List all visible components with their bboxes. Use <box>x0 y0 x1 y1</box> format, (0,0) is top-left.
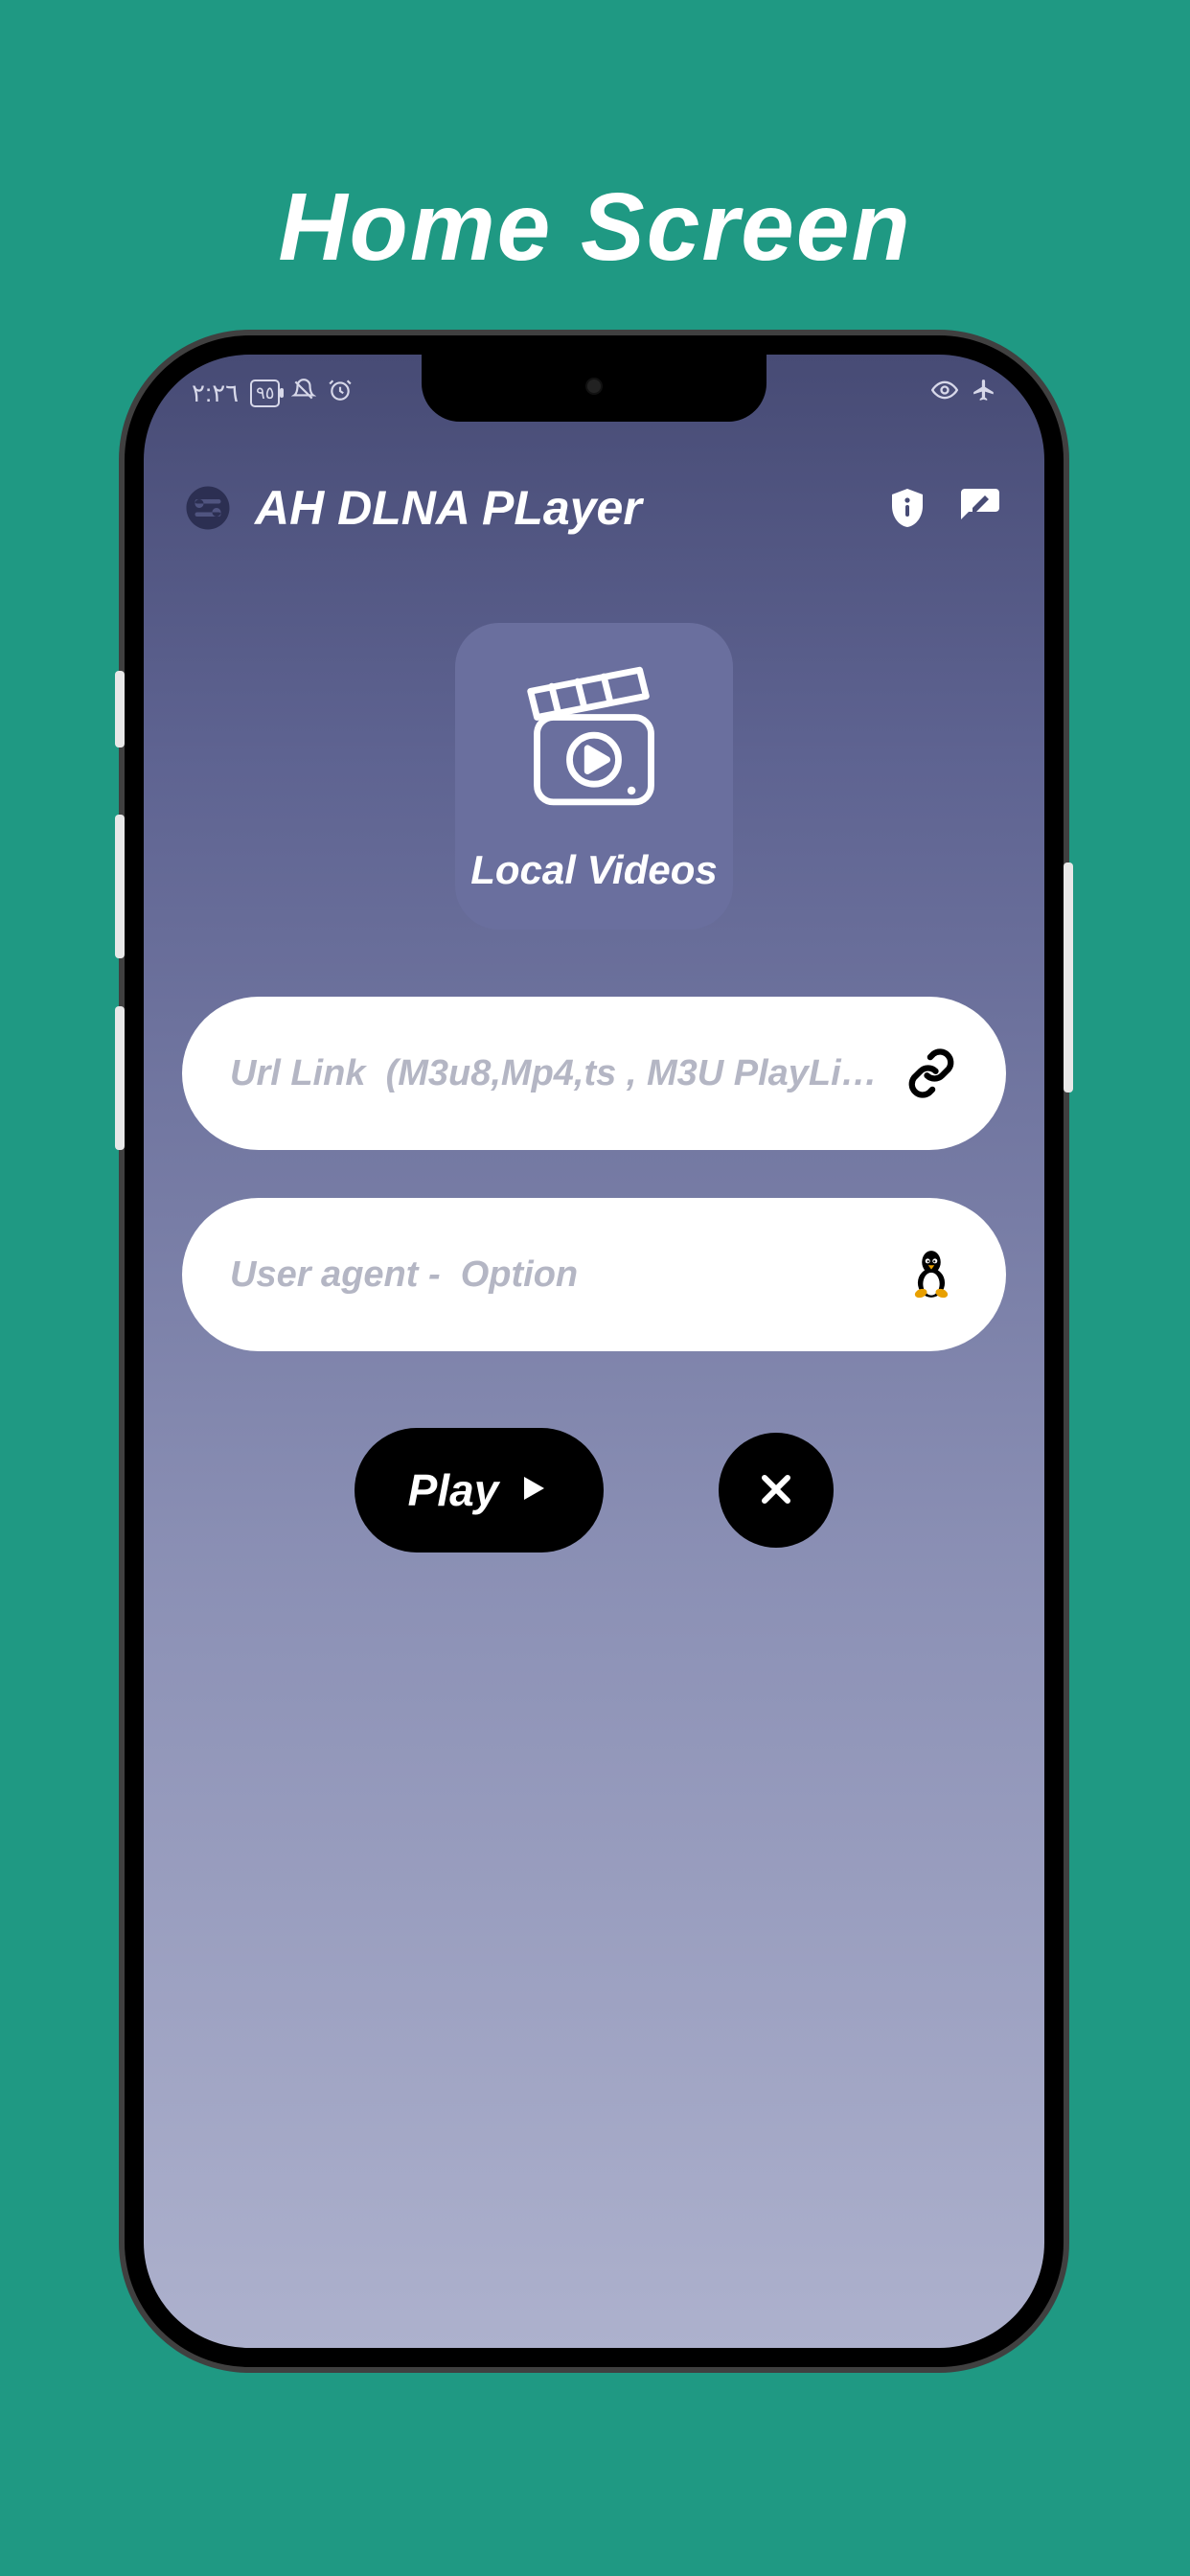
phone-screen: ٢:٢٦ ٩٥ AH <box>144 355 1044 2348</box>
shield-info-icon[interactable] <box>881 482 933 534</box>
clear-button[interactable] <box>719 1433 834 1548</box>
phone-frame: ٢:٢٦ ٩٥ AH <box>125 335 1064 2367</box>
battery-indicator: ٩٥ <box>250 380 280 407</box>
airplane-icon <box>972 378 996 409</box>
eye-icon <box>931 377 958 410</box>
side-button-power <box>1064 862 1073 1092</box>
play-icon <box>515 1464 550 1516</box>
user-agent-input[interactable] <box>230 1254 881 1296</box>
play-button[interactable]: Play <box>355 1428 605 1552</box>
user-agent-input-row <box>182 1198 1006 1351</box>
local-videos-tile[interactable]: Local Videos <box>455 623 733 930</box>
notch <box>422 355 767 422</box>
status-left: ٢:٢٦ ٩٥ <box>192 378 353 409</box>
page-title: Home Screen <box>0 172 1190 283</box>
side-button-vol-up <box>115 815 125 958</box>
close-icon <box>753 1466 799 1515</box>
url-input[interactable] <box>230 1053 881 1094</box>
app-title: AH DLNA PLayer <box>255 480 860 536</box>
linux-icon <box>904 1248 958 1301</box>
alarm-icon <box>328 378 353 409</box>
clapperboard-icon <box>513 660 675 828</box>
local-videos-label: Local Videos <box>470 847 718 893</box>
side-button-mute <box>115 671 125 748</box>
link-icon <box>904 1046 958 1100</box>
app-logo-icon <box>182 482 234 534</box>
status-time: ٢:٢٦ <box>192 379 239 408</box>
app-header: AH DLNA PLayer <box>144 460 1044 556</box>
actions-row: Play <box>144 1428 1044 1552</box>
play-button-label: Play <box>408 1464 499 1516</box>
status-right <box>931 377 996 410</box>
dnd-icon <box>291 378 316 409</box>
feedback-icon[interactable] <box>954 482 1006 534</box>
side-button-vol-down <box>115 1006 125 1150</box>
url-input-row <box>182 997 1006 1150</box>
